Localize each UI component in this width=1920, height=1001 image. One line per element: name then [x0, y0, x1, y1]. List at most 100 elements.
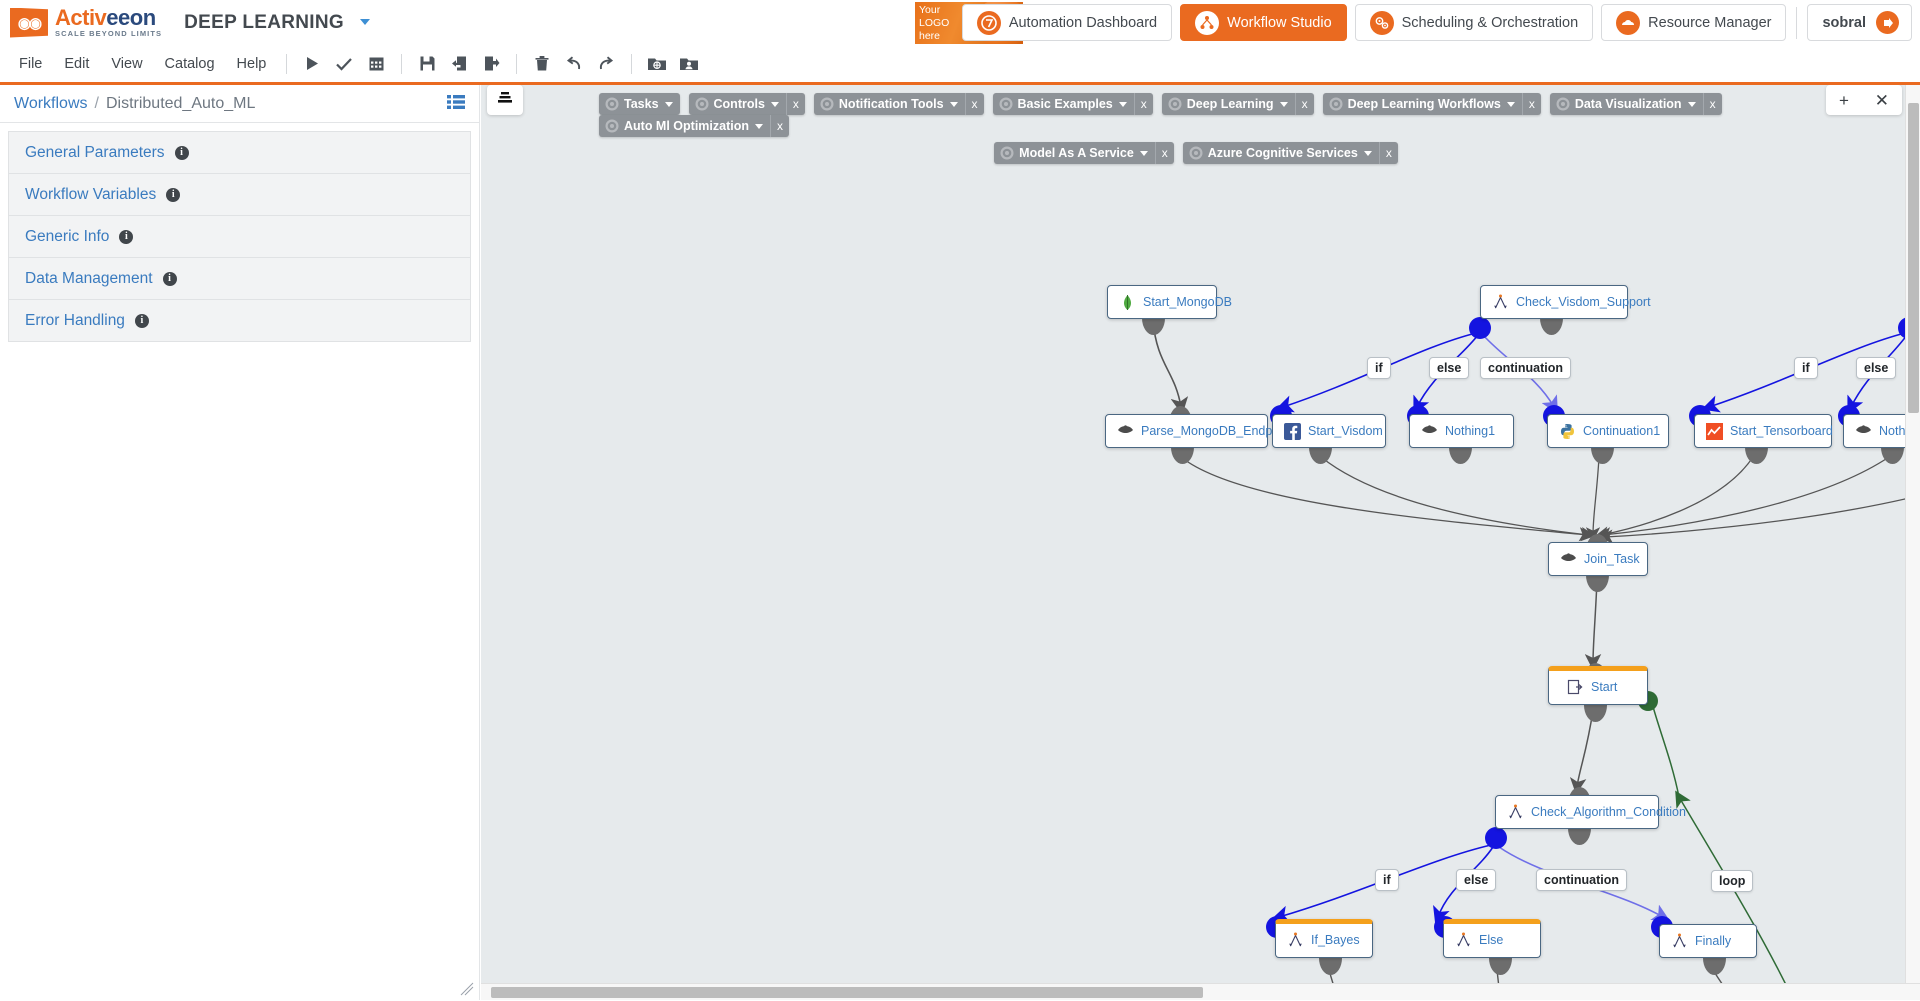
- edge-label-if[interactable]: if: [1794, 357, 1818, 379]
- palette-tab-controls[interactable]: Controls x: [688, 93, 805, 115]
- workflow-node-else[interactable]: Else: [1443, 919, 1541, 958]
- close-icon[interactable]: x: [964, 93, 984, 115]
- info-icon[interactable]: i: [134, 313, 149, 328]
- node-branch-port[interactable]: [1469, 317, 1491, 339]
- node-branch-port[interactable]: [1485, 827, 1507, 849]
- nav-workflow-studio[interactable]: Workflow Studio: [1180, 4, 1347, 41]
- workflow-node-start-tensorboard[interactable]: Start_Tensorboard: [1694, 414, 1833, 448]
- workflow-node-parse-mongodb-endpoint[interactable]: Parse_MongoDB_Endpoint: [1105, 414, 1293, 448]
- section-general-parameters[interactable]: General Parameters i: [8, 131, 471, 174]
- chevron-down-icon[interactable]: [359, 19, 370, 26]
- breadcrumb-root[interactable]: Workflows: [14, 95, 88, 113]
- info-icon[interactable]: i: [174, 145, 189, 160]
- palette-layers-button[interactable]: [487, 85, 523, 115]
- chevron-down-icon[interactable]: [1363, 150, 1372, 156]
- chevron-down-icon[interactable]: [770, 101, 779, 107]
- page-title: DEEP LEARNING: [184, 12, 370, 34]
- section-error-handling[interactable]: Error Handling i: [8, 299, 471, 342]
- chevron-down-icon[interactable]: [754, 123, 763, 129]
- gear-icon: [695, 97, 709, 111]
- section-data-management[interactable]: Data Management i: [8, 257, 471, 300]
- workflow-node-join-task[interactable]: Join_Task: [1548, 542, 1648, 576]
- edge-label-else[interactable]: else: [1429, 357, 1470, 379]
- add-palette-button[interactable]: +: [1839, 92, 1849, 109]
- schedule-calendar-icon[interactable]: [363, 51, 389, 77]
- close-icon[interactable]: x: [1702, 93, 1722, 115]
- nav-scheduling-orchestration[interactable]: Scheduling & Orchestration: [1354, 4, 1594, 41]
- info-icon[interactable]: i: [162, 271, 177, 286]
- undo-icon[interactable]: [561, 51, 587, 77]
- workflow-node-start[interactable]: Start: [1548, 666, 1648, 705]
- palette-tab-data-visualization[interactable]: Data Visualization x: [1549, 93, 1722, 115]
- validate-check-icon[interactable]: [331, 51, 357, 77]
- edge-label-loop[interactable]: loop: [1711, 870, 1754, 892]
- chevron-down-icon[interactable]: [1279, 101, 1288, 107]
- workflow-node-if-bayes[interactable]: If_Bayes: [1275, 919, 1373, 958]
- close-icon[interactable]: x: [1521, 93, 1541, 115]
- close-icon[interactable]: x: [1133, 93, 1153, 115]
- workflow-node-continuation1[interactable]: Continuation1: [1547, 414, 1669, 448]
- panel-resize-grip[interactable]: [460, 982, 474, 996]
- chevron-down-icon[interactable]: [1118, 101, 1127, 107]
- close-icon[interactable]: x: [785, 93, 805, 115]
- logout-icon[interactable]: [1876, 11, 1899, 34]
- workflow-node-start-visdom[interactable]: Start_Visdom: [1272, 414, 1386, 448]
- palette-tab-auto-ml-optimization[interactable]: Auto Ml Optimization x: [599, 115, 789, 137]
- palette-tab-deep-learning-workflows[interactable]: Deep Learning Workflows x: [1322, 93, 1541, 115]
- delete-trash-icon[interactable]: [529, 51, 555, 77]
- user-menu-button[interactable]: sobral: [1807, 4, 1912, 41]
- close-icon[interactable]: x: [1294, 93, 1314, 115]
- import-icon[interactable]: [446, 51, 472, 77]
- workflow-node-start-mongodb[interactable]: Start_MongoDB: [1107, 285, 1232, 319]
- edge-label-continuation[interactable]: continuation: [1480, 357, 1571, 379]
- scrollbar-thumb[interactable]: [1908, 103, 1919, 413]
- section-generic-info[interactable]: Generic Info i: [8, 215, 471, 258]
- edge-label-if[interactable]: if: [1375, 869, 1399, 891]
- chevron-down-icon[interactable]: [664, 101, 673, 107]
- export-icon[interactable]: [478, 51, 504, 77]
- palette-tab-azure-cognitive-services[interactable]: Azure Cognitive Services x: [1182, 142, 1398, 164]
- palette-tab-basic-examples[interactable]: Basic Examples x: [992, 93, 1153, 115]
- palette-tab-notification-tools[interactable]: Notification Tools x: [813, 93, 984, 115]
- section-label: Error Handling: [25, 311, 125, 329]
- info-icon[interactable]: i: [166, 187, 181, 202]
- edge-label-else[interactable]: else: [1456, 869, 1497, 891]
- workflow-node-check-algorithm-condition[interactable]: Check_Algorithm_Condition: [1495, 795, 1686, 829]
- chevron-down-icon[interactable]: [1139, 150, 1148, 156]
- collapse-palette-button[interactable]: ✕: [1875, 92, 1889, 109]
- section-workflow-variables[interactable]: Workflow Variables i: [8, 173, 471, 216]
- canvas-horizontal-scrollbar[interactable]: [481, 983, 1920, 1000]
- palette-tab-deep-learning[interactable]: Deep Learning x: [1161, 93, 1314, 115]
- nav-resource-manager[interactable]: Resource Manager: [1601, 4, 1787, 41]
- chevron-down-icon[interactable]: [1687, 101, 1696, 107]
- workflow-node-check-visdom-support[interactable]: Check_Visdom_Support: [1480, 285, 1651, 319]
- chevron-down-icon[interactable]: [949, 101, 958, 107]
- menu-file[interactable]: File: [8, 52, 53, 76]
- menu-edit[interactable]: Edit: [53, 52, 100, 76]
- publish-catalog-icon[interactable]: [644, 51, 670, 77]
- user-folder-icon[interactable]: [676, 51, 702, 77]
- redo-icon[interactable]: [593, 51, 619, 77]
- brand-logo[interactable]: ◉◉ Activeeon SCALE BEYOND LIMITS: [0, 7, 162, 38]
- palette-tab-model-as-a-service[interactable]: Model As A Service x: [994, 142, 1174, 164]
- list-view-icon[interactable]: [447, 94, 465, 115]
- scrollbar-thumb[interactable]: [491, 987, 1203, 998]
- edge-label-if[interactable]: if: [1367, 357, 1391, 379]
- canvas-vertical-scrollbar[interactable]: [1905, 85, 1920, 983]
- info-icon[interactable]: i: [119, 229, 134, 244]
- menu-view[interactable]: View: [100, 52, 153, 76]
- execute-icon[interactable]: [299, 51, 325, 77]
- chevron-down-icon[interactable]: [1506, 101, 1515, 107]
- close-icon[interactable]: x: [1378, 142, 1398, 164]
- edge-label-continuation[interactable]: continuation: [1536, 869, 1627, 891]
- close-icon[interactable]: x: [1154, 142, 1174, 164]
- workflow-node-nothing1[interactable]: Nothing1: [1409, 414, 1514, 448]
- edge-label-else[interactable]: else: [1856, 357, 1897, 379]
- workflow-node-finally[interactable]: Finally: [1659, 924, 1757, 958]
- menu-help[interactable]: Help: [226, 52, 278, 76]
- workflow-canvas[interactable]: Start_MongoDB Check_Visdom_Support Check…: [481, 85, 1920, 1000]
- palette-tab-tasks[interactable]: Tasks: [599, 93, 680, 115]
- save-icon[interactable]: [414, 51, 440, 77]
- close-icon[interactable]: x: [769, 115, 789, 137]
- menu-catalog[interactable]: Catalog: [154, 52, 226, 76]
